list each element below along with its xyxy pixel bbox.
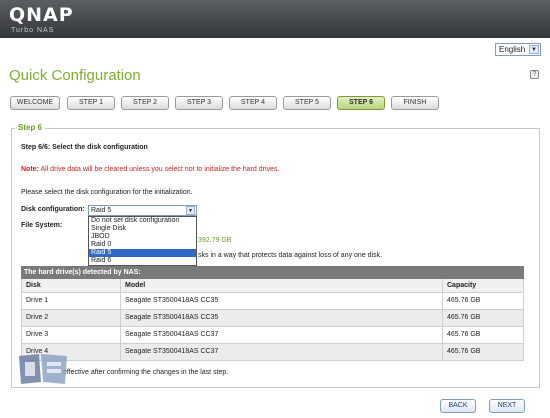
table-row: Drive 2 Seagate ST3500418AS CC35 465.76 … xyxy=(21,310,524,327)
chevron-down-icon: ▼ xyxy=(186,206,195,215)
help-icon[interactable]: ? xyxy=(530,70,539,79)
note-label: Note: xyxy=(21,166,39,173)
capacity-text: 392.79 GB xyxy=(198,237,232,244)
table-row: Drive 1 Seagate ST3500418AS CC35 465.76 … xyxy=(21,293,524,310)
next-button[interactable]: NEXT xyxy=(489,399,525,413)
qnap-logo: QNAP xyxy=(9,4,74,26)
language-select[interactable]: English ▼ xyxy=(495,43,541,56)
disk-config-value: Raid 5 xyxy=(91,207,112,214)
disk-config-dropdown: Do not set disk configuration Single Dis… xyxy=(88,216,197,266)
model-cell: Seagate ST3500418AS CC35 xyxy=(120,293,442,309)
step-heading: Step 6/6: Select the disk configuration xyxy=(21,144,148,151)
filesystem-label: File System: xyxy=(21,222,63,229)
step-5[interactable]: STEP 5 xyxy=(283,96,331,110)
back-button[interactable]: BACK xyxy=(440,399,476,413)
note-text: All drive data will be cleared unless yo… xyxy=(40,166,280,173)
drive-table: The hard drive(s) detected by NAS: Disk … xyxy=(21,266,524,361)
disk-config-label: Disk configuration: xyxy=(21,206,85,213)
disk-cell: Drive 2 xyxy=(21,310,120,326)
product-sublogo: Turbo NAS xyxy=(11,27,55,34)
capacity-cell: 465.76 GB xyxy=(442,293,524,309)
disk-cell: Drive 3 xyxy=(21,327,120,343)
model-cell: Seagate ST3500418AS CC37 xyxy=(120,327,442,343)
option-no-config[interactable]: Do not set disk configuration xyxy=(89,217,196,225)
step-3[interactable]: STEP 3 xyxy=(175,96,223,110)
model-cell: Seagate ST3500418AS CC37 xyxy=(120,344,442,360)
table-title: The hard drive(s) detected by NAS: xyxy=(21,266,524,279)
header-capacity: Capacity xyxy=(442,279,524,292)
capacity-cell: 465.76 GB xyxy=(442,344,524,360)
step-welcome[interactable]: WELCOME xyxy=(10,96,60,110)
table-header-row: Disk Model Capacity xyxy=(21,279,524,293)
option-raid6[interactable]: Raid 6 xyxy=(89,257,196,265)
instruction-text: Please select the disk configuration for… xyxy=(21,189,193,196)
step-6[interactable]: STEP 6 xyxy=(337,96,385,110)
option-jbod[interactable]: JBOD xyxy=(89,233,196,241)
footer-note: effective after confirming the changes i… xyxy=(63,369,229,376)
model-cell: Seagate ST3500418AS CC35 xyxy=(120,310,442,326)
option-raid5[interactable]: Raid 5 xyxy=(89,249,196,257)
step-1[interactable]: STEP 1 xyxy=(67,96,115,110)
header-disk: Disk xyxy=(21,279,120,292)
table-row: Drive 3 Seagate ST3500418AS CC37 465.76 … xyxy=(21,327,524,344)
watermark-logo-icon xyxy=(19,354,67,384)
note-line: Note: All drive data will be cleared unl… xyxy=(21,166,279,173)
disk-config-select[interactable]: Raid 5 ▼ xyxy=(88,205,197,216)
panel-title: Step 6 xyxy=(15,123,46,132)
step-2[interactable]: STEP 2 xyxy=(121,96,169,110)
option-single-disk[interactable]: Single Disk xyxy=(89,225,196,233)
disk-cell: Drive 1 xyxy=(21,293,120,309)
page-title: Quick Configuration xyxy=(9,67,141,84)
top-banner: QNAP Turbo NAS xyxy=(0,0,550,38)
capacity-cell: 465.76 GB xyxy=(442,327,524,343)
language-value: English xyxy=(499,45,526,54)
option-raid0[interactable]: Raid 0 xyxy=(89,241,196,249)
step-4[interactable]: STEP 4 xyxy=(229,96,277,110)
raid-description: sks in a way that protects data against … xyxy=(198,252,383,259)
capacity-cell: 465.76 GB xyxy=(442,310,524,326)
chevron-down-icon: ▼ xyxy=(529,45,539,54)
step-finish[interactable]: FINISH xyxy=(391,96,439,110)
table-row: Drive 4 Seagate ST3500418AS CC37 465.76 … xyxy=(21,344,524,361)
header-model: Model xyxy=(120,279,442,292)
